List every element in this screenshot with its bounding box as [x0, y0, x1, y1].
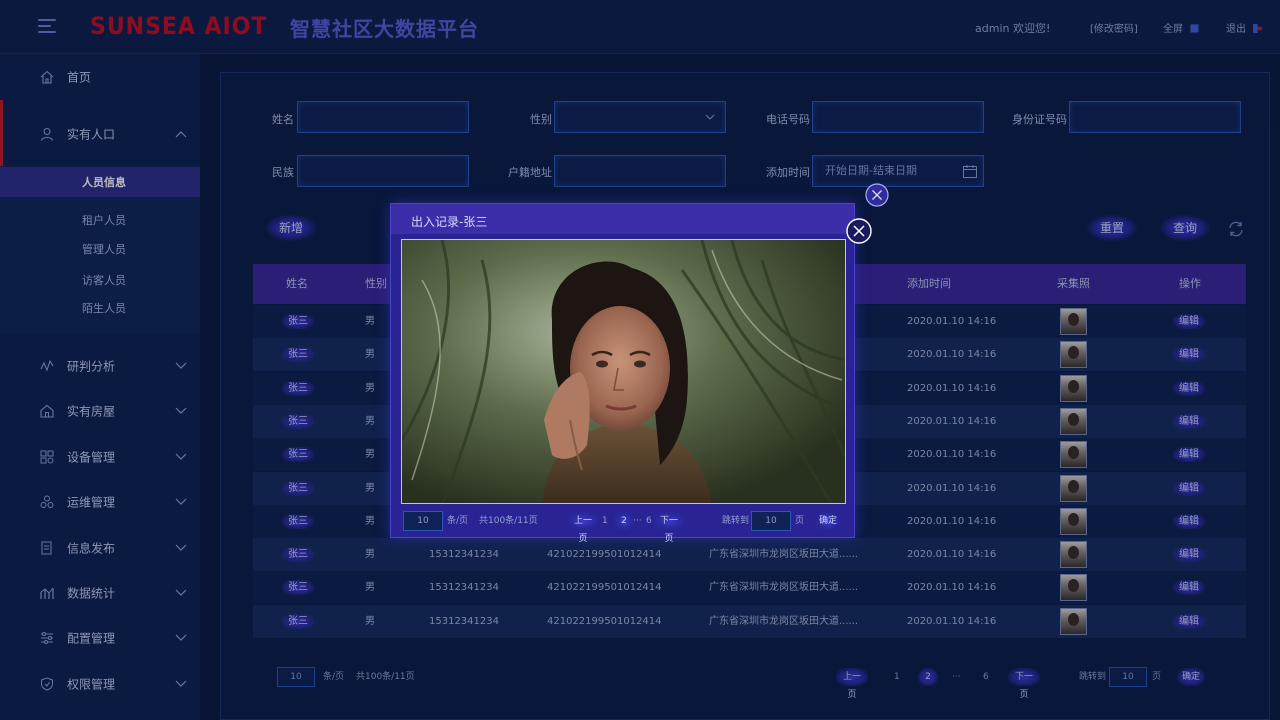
modal-page-size-input[interactable]: 10 — [403, 511, 443, 531]
modal-next-page-button[interactable]: 下一页 — [653, 512, 685, 544]
modal-header: 出入记录-张三 — [391, 204, 854, 234]
modal-goto-label: 跳转到 — [722, 516, 750, 526]
modal-page-unit-label: 页 — [795, 516, 805, 526]
modal-page-1-button[interactable]: 1 — [602, 511, 608, 531]
access-record-modal: 出入记录-张三 10 条/页 共100条/11页 上一页 1 2 ··· 6 下… — [390, 203, 855, 544]
modal-goto-page-input[interactable]: 10 — [751, 511, 791, 531]
modal-page-6-button[interactable]: 6 — [646, 511, 652, 531]
modal-goto-confirm-button[interactable]: 确定 — [815, 512, 841, 530]
modal-pagination-ellipsis: ··· — [633, 516, 642, 526]
modal-total-count: 共100条/11页 — [479, 516, 538, 526]
captured-photo — [401, 239, 846, 504]
modal-prev-page-button[interactable]: 上一页 — [567, 512, 599, 544]
modal-page-2-button[interactable]: 2 — [614, 512, 634, 530]
modal-per-page-label: 条/页 — [447, 516, 469, 526]
portrait-image — [402, 240, 845, 503]
modal-title: 出入记录-张三 — [411, 215, 488, 229]
modal-close-icon[interactable] — [846, 218, 872, 244]
close-icon[interactable] — [864, 182, 890, 208]
